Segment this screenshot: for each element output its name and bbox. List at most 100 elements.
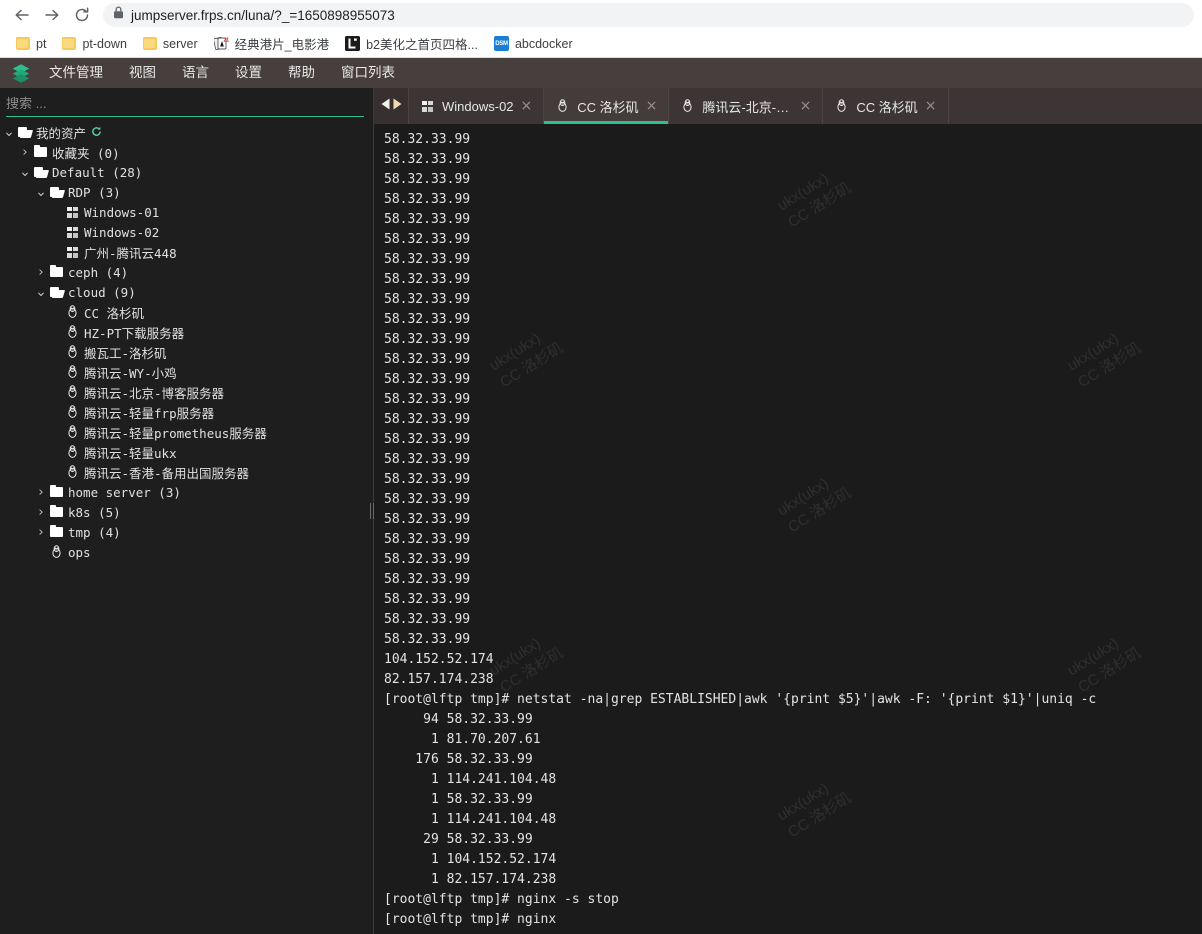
chevron-right-icon[interactable]: › — [34, 526, 48, 539]
folder-icon — [16, 37, 30, 50]
tree-node[interactable]: ⌄ RDP (3) — [0, 182, 370, 202]
lock-icon — [113, 6, 124, 24]
menu-file-management[interactable]: 文件管理 — [36, 58, 116, 88]
next-tab-arrow-icon[interactable] — [392, 97, 403, 116]
terminal-line: 58.32.33.99 — [384, 472, 471, 487]
bookmark-movie-site[interactable]: 21 经典港片_电影港 — [206, 33, 337, 55]
tree-node[interactable]: 腾讯云-香港-备用出国服务器 — [0, 462, 370, 482]
menu-view[interactable]: 视图 — [116, 58, 169, 88]
back-arrow-icon[interactable] — [8, 1, 36, 29]
tree-node[interactable]: Windows-02 — [0, 222, 370, 242]
address-bar[interactable]: jumpserver.frps.cn/luna/?_=1650898955073 — [103, 3, 1194, 27]
chevron-right-icon[interactable]: › — [34, 506, 48, 519]
bookmark-abcdocker[interactable]: DSM abcdocker — [486, 33, 581, 55]
tree-node-label: 腾讯云-北京-博客服务器 — [84, 385, 225, 401]
close-icon[interactable]: × — [521, 99, 533, 113]
terminal-line: 1 58.32.33.99 — [384, 792, 533, 807]
terminal-line: 1 81.70.207.61 — [384, 732, 541, 747]
folder-open-icon — [48, 187, 65, 197]
tree-node[interactable]: 腾讯云-轻量prometheus服务器 — [0, 422, 370, 442]
terminal-line: 58.32.33.99 — [384, 292, 471, 307]
linux-icon — [64, 424, 81, 440]
refresh-icon[interactable] — [91, 126, 102, 139]
chevron-down-icon[interactable]: ⌄ — [18, 165, 32, 179]
tree-node[interactable]: › tmp (4) — [0, 522, 370, 542]
folder-open-icon — [48, 287, 65, 297]
chevron-right-icon[interactable]: › — [34, 486, 48, 499]
tree-node[interactable]: 搬瓦工-洛杉矶 — [0, 342, 370, 362]
tree-node[interactable]: 腾讯云-WY-小鸡 — [0, 362, 370, 382]
jumpserver-logo-icon[interactable] — [6, 58, 36, 88]
windows-icon — [420, 100, 435, 112]
tree-node[interactable]: › ceph (4) — [0, 262, 370, 282]
tree-node-label: 腾讯云-轻量prometheus服务器 — [84, 425, 267, 441]
menu-language[interactable]: 语言 — [169, 58, 222, 88]
tree-node[interactable]: › k8s (5) — [0, 502, 370, 522]
tree-node[interactable]: › 收藏夹 (0) — [0, 142, 370, 162]
tree-node[interactable]: › home server (3) — [0, 482, 370, 502]
chevron-right-icon[interactable]: › — [18, 146, 32, 159]
linux-icon — [834, 98, 849, 114]
tree-node[interactable]: Windows-01 — [0, 202, 370, 222]
session-tab-label: CC 洛杉矶 — [577, 99, 639, 115]
session-tab[interactable]: CC 洛杉矶 × — [543, 88, 669, 124]
terminal-line: 58.32.33.99 — [384, 272, 471, 287]
tree-node[interactable]: ⌄ cloud (9) — [0, 282, 370, 302]
menu-settings[interactable]: 设置 — [222, 58, 275, 88]
terminal-line: 58.32.33.99 — [384, 172, 471, 187]
reload-icon[interactable] — [68, 1, 96, 29]
bookmark-label: abcdocker — [514, 36, 573, 51]
linux-icon — [64, 444, 81, 460]
terminal-panel[interactable]: ukx(ukx) CC 洛杉矶 ukx(ukx) CC 洛杉矶 ukx(ukx) CC 洛… — [374, 124, 1202, 934]
tree-node[interactable]: 腾讯云-北京-博客服务器 — [0, 382, 370, 402]
terminal-line: 1 82.157.174.238 — [384, 872, 557, 887]
dsm-icon: DSM — [493, 36, 509, 51]
session-tab[interactable]: 腾讯云-北京-博... × — [668, 88, 823, 124]
terminal-line: 58.32.33.99 — [384, 552, 471, 567]
address-bar-url: jumpserver.frps.cn/luna/?_=1650898955073 — [131, 7, 395, 23]
search-container — [0, 88, 370, 120]
browser-toolbar: jumpserver.frps.cn/luna/?_=1650898955073 — [0, 0, 1202, 30]
folder-icon — [142, 37, 157, 50]
tree-node-label: k8s (5) — [68, 504, 121, 520]
prev-tab-arrow-icon[interactable] — [380, 97, 391, 116]
main-panel: Windows-02 × CC 洛杉矶 × 腾讯云-北京-博... × CC 洛杉矶 × uk… — [374, 88, 1202, 934]
tree-node[interactable]: HZ-PT下载服务器 — [0, 322, 370, 342]
tree-node[interactable]: 广州-腾讯云448 — [0, 242, 370, 262]
close-icon[interactable]: × — [800, 99, 812, 113]
folder-open-icon — [16, 127, 33, 137]
tab-scroll-controls[interactable] — [374, 88, 408, 124]
chevron-right-icon[interactable]: › — [34, 266, 48, 279]
bookmark-b2-site[interactable]: b2美化之首页四格... — [337, 33, 486, 55]
folder-icon — [62, 37, 77, 50]
close-icon[interactable]: × — [925, 99, 937, 113]
terminal-line: [root@lftp tmp]# netstat -na|grep ESTABL… — [384, 692, 1097, 707]
chevron-down-icon[interactable]: ⌄ — [34, 185, 48, 199]
bookmark-pt[interactable]: pt — [8, 33, 54, 55]
terminal-line: 1 114.241.104.48 — [384, 812, 557, 827]
chevron-down-icon[interactable]: ⌄ — [2, 125, 16, 139]
tree-node[interactable]: ⌄ 我的资产 — [0, 122, 370, 142]
menu-help[interactable]: 帮助 — [275, 58, 328, 88]
tree-node[interactable]: CC 洛杉矶 — [0, 302, 370, 322]
tree-node[interactable]: ⌄ Default (28) — [0, 162, 370, 182]
bookmark-server[interactable]: server — [135, 33, 206, 55]
forward-arrow-icon[interactable] — [38, 1, 66, 29]
tree-node-label: Windows-02 — [84, 224, 160, 240]
tree-node[interactable]: 腾讯云-轻量ukx — [0, 442, 370, 462]
folder-open-icon — [32, 167, 49, 177]
search-input[interactable] — [6, 91, 364, 117]
terminal-line: [root@lftp tmp]# nginx -s stop — [384, 892, 619, 907]
chevron-down-icon[interactable]: ⌄ — [34, 285, 48, 299]
session-tab[interactable]: CC 洛杉矶 × — [822, 88, 948, 124]
tree-node[interactable]: ops — [0, 542, 370, 562]
tree-node[interactable]: 腾讯云-轻量frp服务器 — [0, 402, 370, 422]
close-icon[interactable]: × — [646, 99, 658, 113]
terminal-line: 82.157.174.238 — [384, 672, 494, 687]
bookmark-pt-down[interactable]: pt-down — [54, 33, 134, 55]
menu-window-list[interactable]: 窗口列表 — [328, 58, 408, 88]
tree-node-label: 收藏夹 (0) — [52, 145, 120, 161]
session-tab[interactable]: Windows-02 × — [408, 88, 544, 124]
